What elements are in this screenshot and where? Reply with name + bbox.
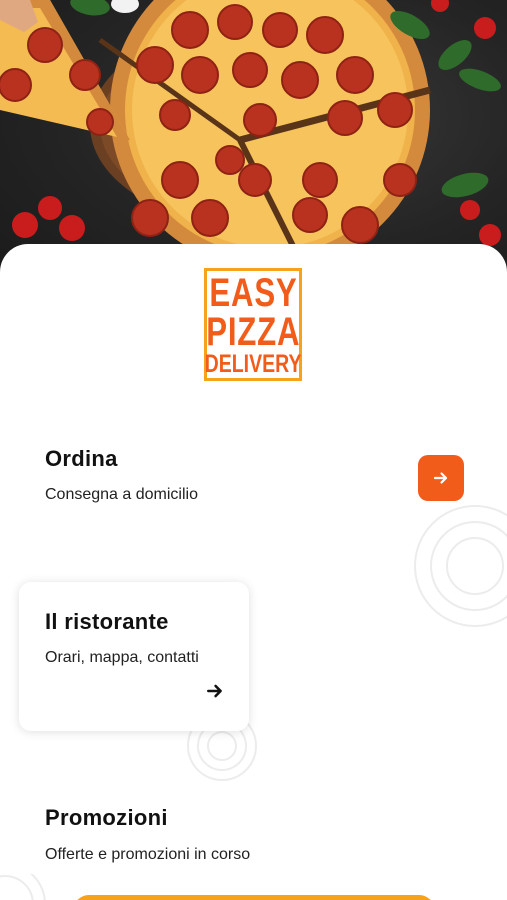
bottom-action-button[interactable]	[73, 895, 435, 900]
logo-line-delivery: DELIVERY	[204, 349, 302, 378]
decorative-rings	[414, 505, 507, 627]
logo-line-pizza: PIZZA	[205, 309, 301, 354]
restaurant-card[interactable]: Il ristorante Orari, mappa, contatti	[19, 582, 249, 731]
decorative-rings	[0, 874, 46, 900]
logo-line-easy: EASY	[208, 270, 298, 315]
promotions-title[interactable]: Promozioni	[45, 805, 168, 831]
order-title[interactable]: Ordina	[45, 446, 118, 472]
restaurant-title: Il ristorante	[45, 609, 169, 634]
order-subtitle: Consegna a domicilio	[45, 486, 198, 503]
order-arrow-button[interactable]	[418, 455, 464, 501]
restaurant-arrow-button[interactable]	[204, 680, 226, 702]
main-content: EASY PIZZA DELIVERY Ordina Consegna a do…	[0, 244, 507, 900]
promotions-subtitle: Offerte e promozioni in corso	[45, 846, 251, 863]
arrow-right-icon	[433, 472, 448, 484]
arrow-right-icon	[207, 684, 222, 698]
easy-pizza-logo: EASY PIZZA DELIVERY	[204, 268, 302, 381]
restaurant-subtitle: Orari, mappa, contatti	[45, 649, 199, 666]
